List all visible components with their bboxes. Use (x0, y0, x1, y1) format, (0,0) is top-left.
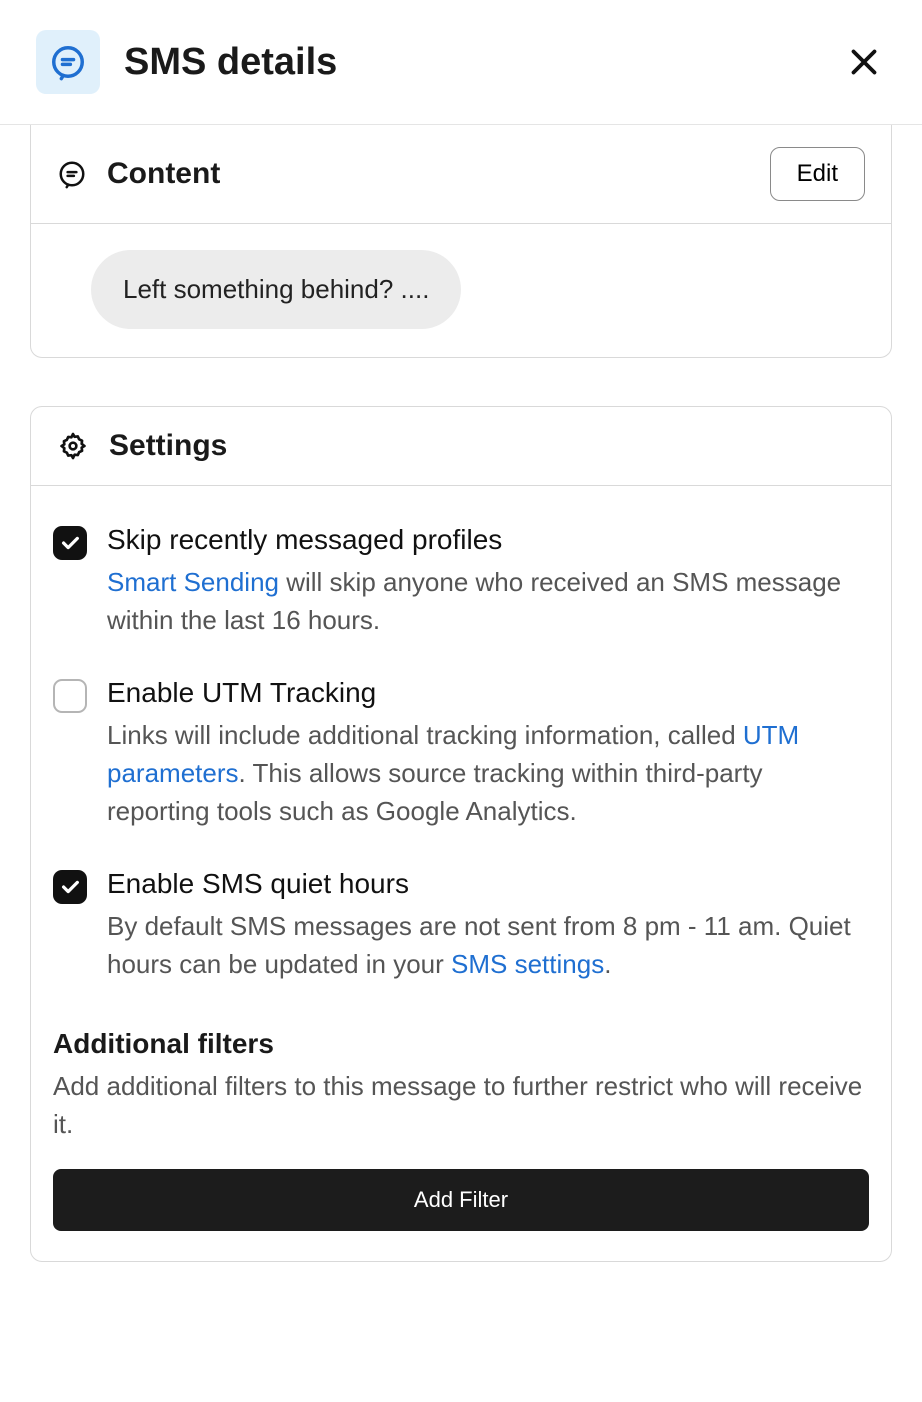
close-icon (846, 44, 882, 80)
modal-title: SMS details (124, 41, 818, 84)
add-filter-button[interactable]: Add Filter (53, 1169, 869, 1231)
content-card-header: Content Edit (31, 125, 891, 224)
content-card: Content Edit Left something behind? .... (30, 125, 892, 358)
check-icon (59, 876, 81, 898)
setting-desc: By default SMS messages are not sent fro… (107, 908, 869, 983)
additional-filters-desc: Add additional filters to this message t… (53, 1068, 869, 1143)
smart-sending-link[interactable]: Smart Sending (107, 567, 279, 597)
setting-skip-recently-messaged: Skip recently messaged profiles Smart Se… (53, 518, 869, 671)
additional-filters-header: Additional filters (53, 1028, 869, 1060)
setting-quiet-hours: Enable SMS quiet hours By default SMS me… (53, 862, 869, 1015)
check-icon (59, 532, 81, 554)
setting-utm-tracking: Enable UTM Tracking Links will include a… (53, 671, 869, 862)
sms-preview-bubble: Left something behind? .... (91, 250, 461, 329)
checkbox-utm[interactable] (53, 679, 87, 713)
setting-text: Skip recently messaged profiles Smart Se… (107, 524, 869, 639)
setting-desc: Smart Sending will skip anyone who recei… (107, 564, 869, 639)
settings-card-header: Settings (31, 407, 891, 486)
sms-settings-link[interactable]: SMS settings (451, 949, 604, 979)
sms-icon (49, 43, 87, 81)
setting-label: Skip recently messaged profiles (107, 524, 869, 556)
checkbox-skip-recently[interactable] (53, 526, 87, 560)
content-title: Content (107, 157, 750, 191)
setting-label: Enable SMS quiet hours (107, 868, 869, 900)
close-button[interactable] (842, 40, 886, 84)
setting-text: Enable SMS quiet hours By default SMS me… (107, 868, 869, 983)
modal-header: SMS details (0, 0, 922, 125)
settings-title: Settings (109, 429, 865, 463)
modal-body: Content Edit Left something behind? ....… (0, 125, 922, 1292)
gear-icon (57, 430, 89, 462)
sms-icon-box (36, 30, 100, 94)
content-icon (57, 159, 87, 189)
settings-body: Skip recently messaged profiles Smart Se… (31, 486, 891, 1261)
settings-card: Settings Skip recently messaged profiles… (30, 406, 892, 1262)
edit-button[interactable]: Edit (770, 147, 865, 201)
checkbox-quiet-hours[interactable] (53, 870, 87, 904)
setting-text: Enable UTM Tracking Links will include a… (107, 677, 869, 830)
setting-label: Enable UTM Tracking (107, 677, 869, 709)
setting-desc: Links will include additional tracking i… (107, 717, 869, 830)
content-body: Left something behind? .... (31, 224, 891, 357)
